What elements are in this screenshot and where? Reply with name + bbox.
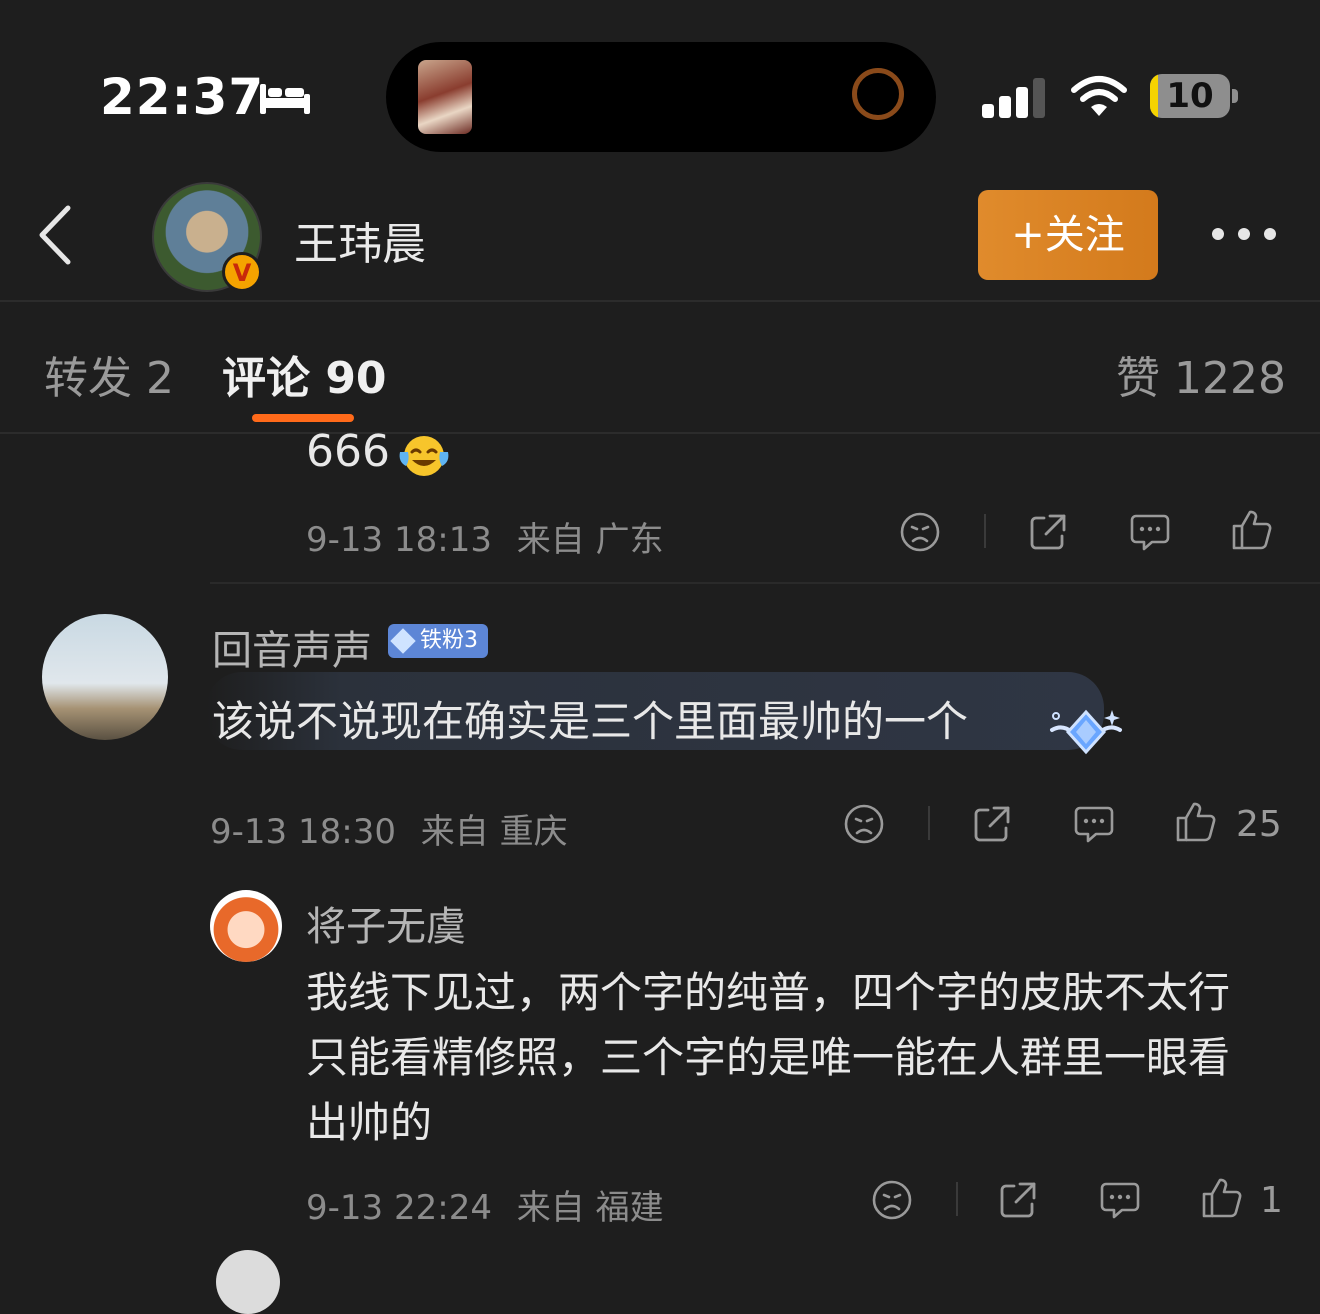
comment-text: 666 bbox=[306, 426, 390, 477]
tab-repost[interactable]: 转发 2 bbox=[44, 342, 174, 406]
like-count: 25 bbox=[1236, 804, 1282, 845]
tabs-divider bbox=[0, 432, 1320, 434]
tab-likes[interactable]: 赞 1228 bbox=[1116, 342, 1286, 406]
comment-bubble-icon[interactable] bbox=[1098, 1178, 1142, 1222]
fan-level-badge[interactable]: 铁粉3 bbox=[388, 624, 488, 658]
status-time: 22:37 bbox=[100, 68, 265, 126]
back-arrow-icon[interactable] bbox=[36, 204, 76, 266]
reply-avatar[interactable] bbox=[210, 890, 282, 962]
reply-text: 我线下见过，两个字的纯普，四个字的皮肤不太行只能看精修照，三个字的是唯一能在人群… bbox=[306, 968, 1231, 1147]
battery-indicator: 10 bbox=[1150, 74, 1238, 118]
header-divider bbox=[0, 300, 1320, 302]
thumbs-up-icon[interactable] bbox=[1230, 508, 1274, 552]
like-count: 1 bbox=[1260, 1180, 1283, 1221]
battery-body: 10 bbox=[1150, 74, 1230, 118]
share-icon[interactable] bbox=[996, 1178, 1040, 1222]
sad-face-icon[interactable] bbox=[898, 510, 942, 554]
profile-username[interactable]: 王玮晨 bbox=[294, 208, 426, 272]
reply-date: 9-13 22:24 bbox=[306, 1188, 492, 1228]
reply-location: 来自 福建 bbox=[516, 1188, 664, 1228]
now-playing-artwork bbox=[418, 60, 472, 134]
comment-date: 9-13 18:13 bbox=[306, 520, 492, 560]
share-icon[interactable] bbox=[1026, 510, 1070, 554]
fan-badge-label: 铁粉3 bbox=[420, 628, 478, 653]
comment-location: 来自 重庆 bbox=[420, 812, 568, 852]
battery-percentage: 10 bbox=[1166, 76, 1214, 116]
follow-button[interactable]: +关注 bbox=[978, 190, 1158, 280]
diamond-decoration-icon bbox=[1050, 709, 1122, 755]
share-icon[interactable] bbox=[970, 802, 1014, 846]
comment-date: 9-13 18:30 bbox=[210, 812, 396, 852]
wifi-icon bbox=[1071, 76, 1127, 116]
comment-meta: 9-13 18:30 来自 重庆 bbox=[210, 804, 568, 853]
comment-text: 该说不说现在确实是三个里面最帅的一个 bbox=[212, 697, 969, 746]
comment-meta: 9-13 18:13 来自 广东 bbox=[306, 512, 664, 561]
sleep-mode-icon bbox=[260, 84, 310, 114]
action-separator bbox=[956, 1182, 958, 1216]
action-separator bbox=[984, 514, 986, 548]
active-tab-indicator bbox=[252, 414, 354, 422]
reply-username[interactable]: 将子无虞 bbox=[306, 894, 466, 952]
comment-bubble-icon[interactable] bbox=[1128, 510, 1172, 554]
laughing-tears-icon bbox=[399, 436, 449, 476]
thumbs-up-icon[interactable] bbox=[1174, 800, 1218, 844]
reply-meta: 9-13 22:24 来自 福建 bbox=[306, 1180, 664, 1229]
comment-location: 来自 广东 bbox=[516, 520, 664, 560]
sad-face-icon[interactable] bbox=[870, 1178, 914, 1222]
diamond-icon bbox=[390, 628, 416, 654]
tab-comments[interactable]: 评论 90 bbox=[222, 342, 387, 406]
thumbs-up-icon[interactable] bbox=[1200, 1176, 1244, 1220]
comment-divider bbox=[210, 582, 1320, 584]
action-separator bbox=[928, 806, 930, 840]
verified-badge: V bbox=[222, 252, 262, 292]
reply-avatar[interactable] bbox=[216, 1250, 280, 1314]
activity-ring-icon bbox=[852, 68, 904, 120]
sad-face-icon[interactable] bbox=[842, 802, 886, 846]
battery-tip bbox=[1232, 89, 1238, 103]
comment-bubble-icon[interactable] bbox=[1072, 802, 1116, 846]
commenter-name[interactable]: 回音声声 bbox=[212, 618, 372, 676]
cellular-signal-icon bbox=[982, 78, 1045, 118]
more-options-icon[interactable] bbox=[1208, 222, 1280, 246]
commenter-avatar[interactable] bbox=[42, 614, 168, 740]
